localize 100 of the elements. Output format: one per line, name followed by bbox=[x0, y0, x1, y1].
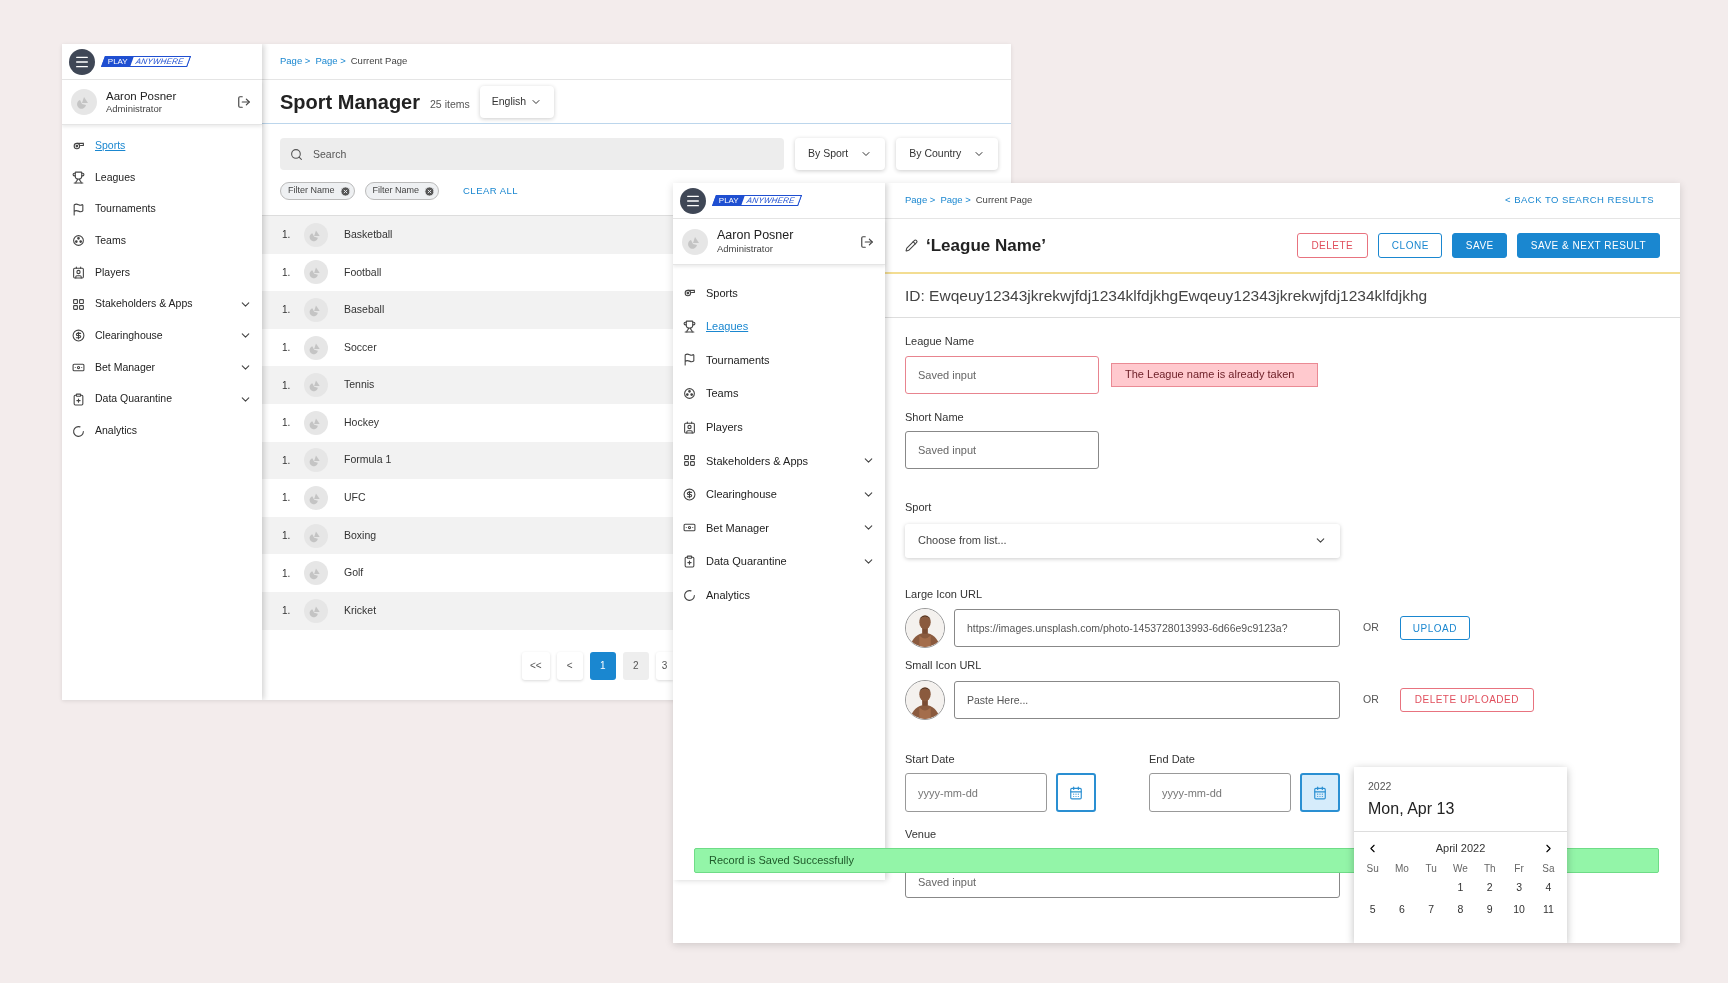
list-row[interactable]: 1. Formula 1 bbox=[262, 441, 673, 480]
arc-icon bbox=[683, 588, 696, 602]
back-link[interactable]: < BACK TO SEARCH RESULTS bbox=[1505, 193, 1654, 208]
row-name: UFC bbox=[344, 490, 366, 506]
calendar-day[interactable]: 4 bbox=[1533, 877, 1563, 900]
page-button[interactable]: 3 bbox=[655, 651, 673, 680]
avatar-placeholder-icon bbox=[304, 373, 328, 398]
contact-card-icon bbox=[683, 420, 696, 434]
text-field[interactable]: Saved input bbox=[905, 431, 1099, 469]
row-name: Soccer bbox=[344, 339, 377, 355]
nav-item[interactable]: Teams bbox=[62, 225, 262, 257]
clear-all-link[interactable]: CLEAR ALL bbox=[463, 183, 518, 199]
url-field[interactable]: https://images.unsplash.com/photo-1453728013993-6d66e9c9123a? bbox=[954, 609, 1340, 647]
nav-item[interactable]: Players bbox=[673, 410, 885, 444]
calendar-day[interactable]: 6 bbox=[1387, 899, 1417, 922]
avatar-placeholder-icon bbox=[304, 335, 328, 360]
nav-item[interactable]: Data Quarantine bbox=[673, 544, 885, 579]
filter-dropdown[interactable]: By Country bbox=[896, 138, 999, 170]
nav-item[interactable]: Clearinghouse bbox=[673, 477, 885, 512]
nav-item[interactable]: Tournaments bbox=[62, 193, 262, 226]
nav-item[interactable]: Leagues bbox=[62, 161, 262, 194]
or-text: OR bbox=[1363, 620, 1379, 636]
list-row[interactable]: 1. Boxing bbox=[262, 516, 673, 555]
page-button[interactable]: < bbox=[556, 651, 583, 680]
nav-item[interactable]: Bet Manager bbox=[673, 511, 885, 545]
nav-item[interactable]: Analytics bbox=[673, 578, 885, 612]
breadcrumb-link[interactable]: Page > bbox=[940, 193, 971, 208]
filter-chip[interactable]: Filter Name bbox=[364, 182, 440, 200]
list-row[interactable]: 1. Tennis bbox=[262, 366, 673, 404]
menu-button[interactable] bbox=[680, 187, 706, 214]
calendar-button[interactable] bbox=[1300, 773, 1340, 812]
breadcrumb-link[interactable]: Page > bbox=[280, 54, 311, 69]
action-button[interactable]: SAVE bbox=[1451, 233, 1507, 258]
nav-item[interactable]: Teams bbox=[673, 376, 885, 411]
filter-dropdown[interactable]: By Sport bbox=[795, 138, 886, 170]
language-dropdown[interactable]: English bbox=[479, 85, 554, 118]
nav-item[interactable]: Leagues bbox=[673, 309, 885, 344]
remove-icon bbox=[424, 185, 436, 197]
search-icon bbox=[290, 147, 303, 161]
action-button[interactable]: CLONE bbox=[1377, 233, 1442, 258]
delete-uploaded-button[interactable]: DELETE UPLOADED bbox=[1399, 687, 1534, 712]
nav-item[interactable]: Sports bbox=[62, 130, 262, 162]
list-row[interactable]: 1. Baseball bbox=[262, 291, 673, 329]
nav-item[interactable]: Players bbox=[62, 256, 262, 289]
date-field[interactable]: yyyy-mm-dd bbox=[905, 773, 1047, 812]
field-label: Large Icon URL bbox=[905, 586, 984, 602]
user-name: Aaron Posner bbox=[717, 227, 795, 244]
grid-icon bbox=[72, 297, 85, 311]
nav-item[interactable]: Stakeholders & Apps bbox=[62, 288, 262, 321]
row-number: 1. bbox=[282, 303, 290, 318]
calendar-day[interactable]: 11 bbox=[1533, 899, 1563, 922]
clipboard-plus-icon bbox=[72, 392, 85, 406]
avatar-placeholder-icon bbox=[682, 228, 708, 255]
text-field[interactable]: Saved input bbox=[905, 355, 1099, 394]
nav-item[interactable]: Analytics bbox=[62, 415, 262, 447]
action-button[interactable]: SAVE & NEXT RESULT bbox=[1516, 233, 1660, 258]
nav-item[interactable]: Tournaments bbox=[673, 343, 885, 377]
item-count: 25 items bbox=[430, 96, 470, 112]
arc-icon bbox=[72, 424, 85, 438]
field-label: Venue bbox=[905, 827, 938, 842]
row-number: 1. bbox=[282, 416, 290, 431]
upload-button[interactable]: UPLOAD bbox=[1399, 616, 1470, 640]
avatar-placeholder-icon bbox=[304, 298, 328, 322]
list-row[interactable]: 1. Kricket bbox=[262, 591, 673, 630]
nav-item[interactable]: Sports bbox=[673, 276, 885, 310]
page-button[interactable]: << bbox=[522, 651, 550, 680]
nav-item[interactable]: Bet Manager bbox=[62, 351, 262, 384]
calendar-day[interactable]: 1 bbox=[1445, 877, 1476, 900]
calendar-day[interactable]: 3 bbox=[1504, 877, 1534, 900]
list-row[interactable]: 1. Basketball bbox=[262, 216, 673, 254]
page-button[interactable]: 1 bbox=[589, 651, 616, 680]
url-field[interactable]: Paste Here... bbox=[954, 680, 1340, 719]
calendar-day[interactable]: 5 bbox=[1358, 899, 1388, 922]
breadcrumb-link[interactable]: Page > bbox=[905, 193, 936, 208]
logout-button[interactable] bbox=[235, 93, 253, 111]
calendar-icon bbox=[1313, 785, 1327, 800]
nav-item[interactable]: Clearinghouse bbox=[62, 320, 262, 352]
row-name: Basketball bbox=[344, 226, 393, 242]
calendar-day[interactable]: 7 bbox=[1416, 899, 1446, 922]
calendar-button[interactable] bbox=[1056, 773, 1096, 812]
calendar-day[interactable]: 10 bbox=[1504, 899, 1534, 922]
page-title: Sport Manager bbox=[280, 89, 421, 115]
calendar-day[interactable]: 8 bbox=[1445, 899, 1476, 922]
action-button[interactable]: DELETE bbox=[1296, 233, 1368, 258]
page-button[interactable]: 2 bbox=[622, 651, 649, 680]
calendar-day[interactable]: 9 bbox=[1475, 899, 1505, 922]
nav-item[interactable]: Stakeholders & Apps bbox=[673, 443, 885, 478]
error-message: The League name is already taken bbox=[1111, 362, 1318, 387]
date-field[interactable]: yyyy-mm-dd bbox=[1149, 773, 1291, 812]
dotted-circle-icon bbox=[72, 234, 85, 248]
row-name: Boxing bbox=[344, 527, 377, 543]
search-field[interactable]: Search bbox=[280, 138, 784, 170]
calendar-day[interactable]: 2 bbox=[1475, 877, 1505, 900]
filter-chip[interactable]: Filter Name bbox=[280, 182, 355, 200]
nav-item[interactable]: Data Quarantine bbox=[62, 383, 262, 416]
trophy-icon bbox=[683, 319, 696, 333]
sport-select[interactable]: Choose from list... bbox=[905, 523, 1340, 558]
avatar-placeholder-icon bbox=[304, 485, 328, 510]
breadcrumb-link[interactable]: Page > bbox=[315, 54, 346, 69]
menu-button[interactable] bbox=[69, 48, 95, 75]
